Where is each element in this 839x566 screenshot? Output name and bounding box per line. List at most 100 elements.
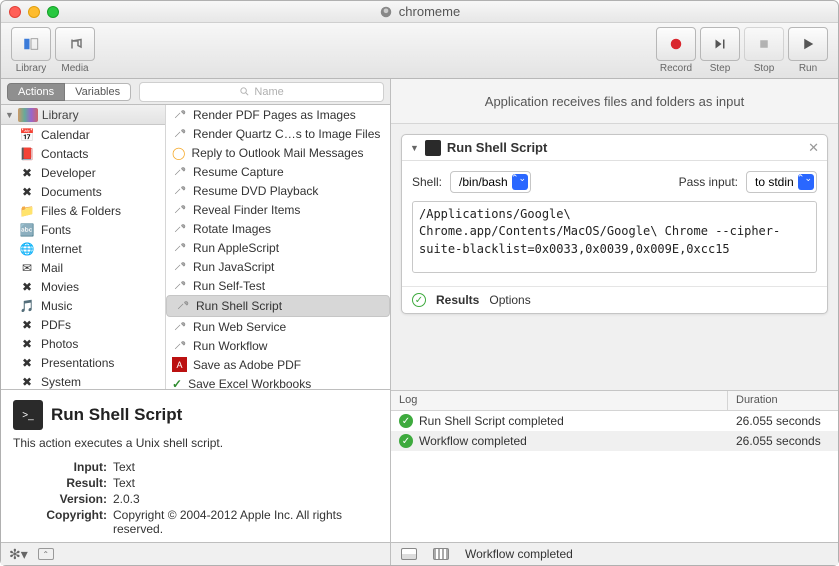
category-item[interactable]: 📅Calendar <box>1 125 165 144</box>
close-action-button[interactable]: ✕ <box>808 140 819 156</box>
category-item[interactable]: 🔤 Fonts <box>1 220 165 239</box>
category-label: Internet <box>41 242 82 256</box>
action-item[interactable]: Run JavaScript <box>166 257 390 276</box>
action-label: Reply to Outlook Mail Messages <box>191 146 363 160</box>
library-button[interactable] <box>11 27 51 61</box>
action-item[interactable]: Run Shell Script <box>166 295 390 317</box>
action-item[interactable]: Render Quartz C…s to Image Files <box>166 124 390 143</box>
category-item[interactable]: 📕Contacts <box>1 144 165 163</box>
view-mode-list-button[interactable] <box>401 548 417 560</box>
results-tab[interactable]: Results <box>436 293 479 307</box>
category-label: Fonts <box>41 223 71 237</box>
tool-icon <box>175 297 190 315</box>
stop-button[interactable] <box>744 27 784 61</box>
pass-input-select[interactable]: to stdin <box>746 171 817 193</box>
category-item[interactable]: ✖Documents <box>1 182 165 201</box>
close-window-button[interactable] <box>9 6 21 18</box>
category-item[interactable]: 🎵 Music <box>1 296 165 315</box>
terminal-icon <box>425 140 441 156</box>
segment-actions[interactable]: Actions <box>7 83 65 101</box>
action-list: Render PDF Pages as ImagesRender Quartz … <box>166 105 390 389</box>
library-label: Library <box>16 63 47 74</box>
category-label: Contacts <box>41 147 88 161</box>
action-item[interactable]: Render PDF Pages as Images <box>166 105 390 124</box>
category-item[interactable]: ✖System <box>1 372 165 389</box>
search-input[interactable]: Name <box>139 82 384 102</box>
desc-key: Input: <box>13 460 113 474</box>
category-label: System <box>41 375 81 389</box>
category-label: Developer <box>41 166 96 180</box>
category-item[interactable]: ✖Photos <box>1 334 165 353</box>
category-item[interactable]: 📁Files & Folders <box>1 201 165 220</box>
excel-icon: ✓ <box>172 377 182 390</box>
media-button[interactable] <box>55 27 95 61</box>
category-label: Presentations <box>41 356 114 370</box>
action-item[interactable]: Resume Capture <box>166 162 390 181</box>
segment-variables[interactable]: Variables <box>65 83 131 101</box>
tool-icon <box>172 239 187 257</box>
desc-key: Copyright: <box>13 508 113 536</box>
tool-icon <box>172 106 187 124</box>
library-header[interactable]: ▼ Library <box>1 105 165 125</box>
category-item[interactable]: 🌐Internet <box>1 239 165 258</box>
action-item[interactable]: Reveal Finder Items <box>166 200 390 219</box>
workflow-canvas[interactable]: ▼ Run Shell Script ✕ Shell: /bin/bash Pa… <box>391 124 838 390</box>
media-label: Media <box>61 63 88 74</box>
log-row[interactable]: ✓Run Shell Script completed26.055 second… <box>391 411 838 431</box>
gear-menu-button[interactable]: ✻▾ <box>9 546 28 563</box>
category-icon: ✖ <box>19 317 35 333</box>
receives-banner[interactable]: Application receives files and folders a… <box>391 79 838 124</box>
action-item[interactable]: Run Self-Test <box>166 276 390 295</box>
category-list: ▼ Library 📅Calendar📕Contacts✖Developer✖D… <box>1 105 166 389</box>
action-item[interactable]: ✓Save Excel Workbooks <box>166 374 390 389</box>
zoom-window-button[interactable] <box>47 6 59 18</box>
category-item[interactable]: ✖Movies <box>1 277 165 296</box>
category-item[interactable]: ✉Mail <box>1 258 165 277</box>
tool-icon <box>172 337 187 355</box>
step-button[interactable] <box>700 27 740 61</box>
action-item[interactable]: Run AppleScript <box>166 238 390 257</box>
category-icon: 🔤 <box>19 222 35 238</box>
category-item[interactable]: ✖PDFs <box>1 315 165 334</box>
log-row[interactable]: ✓Workflow completed26.055 seconds <box>391 431 838 451</box>
action-item[interactable]: Resume DVD Playback <box>166 181 390 200</box>
action-item[interactable]: Run Web Service <box>166 317 390 336</box>
expand-button[interactable]: ⌃ <box>38 548 54 560</box>
log-message: Workflow completed <box>419 434 527 448</box>
action-item[interactable]: ASave as Adobe PDF <box>166 355 390 374</box>
category-label: Music <box>41 299 72 313</box>
log-header-duration[interactable]: Duration <box>728 391 838 410</box>
category-item[interactable]: ✖Developer <box>1 163 165 182</box>
shell-select[interactable]: /bin/bash <box>450 171 531 193</box>
stop-icon <box>755 35 773 53</box>
category-item[interactable]: ✖Presentations <box>1 353 165 372</box>
action-label: Run Self-Test <box>193 279 265 293</box>
automator-icon <box>379 5 393 19</box>
script-textarea[interactable]: /Applications/Google\ Chrome.app/Content… <box>412 201 817 273</box>
shell-label: Shell: <box>412 175 442 189</box>
action-label: Run Workflow <box>193 339 267 353</box>
category-icon: 🎵 <box>19 298 35 314</box>
tool-icon <box>172 182 187 200</box>
record-button[interactable] <box>656 27 696 61</box>
action-item[interactable]: Run Workflow <box>166 336 390 355</box>
minimize-window-button[interactable] <box>28 6 40 18</box>
status-text: Workflow completed <box>465 547 573 561</box>
tool-icon <box>172 125 187 143</box>
record-icon <box>667 35 685 53</box>
run-button[interactable] <box>788 27 828 61</box>
action-item[interactable]: Rotate Images <box>166 219 390 238</box>
action-item[interactable]: ◯Reply to Outlook Mail Messages <box>166 143 390 162</box>
desc-value: 2.0.3 <box>113 492 378 506</box>
action-label: Reveal Finder Items <box>193 203 300 217</box>
success-icon: ✓ <box>399 414 413 428</box>
log-duration: 26.055 seconds <box>728 434 838 448</box>
log-message: Run Shell Script completed <box>419 414 564 428</box>
category-label: Files & Folders <box>41 204 121 218</box>
disclosure-triangle-icon[interactable]: ▼ <box>5 110 14 120</box>
log-header-log[interactable]: Log <box>391 391 728 410</box>
view-mode-grid-button[interactable] <box>433 548 449 560</box>
log-panel: Log Duration ✓ Run Shell Script completed… <box>391 390 838 542</box>
options-tab[interactable]: Options <box>489 293 530 307</box>
disclosure-triangle-icon[interactable]: ▼ <box>410 143 419 153</box>
